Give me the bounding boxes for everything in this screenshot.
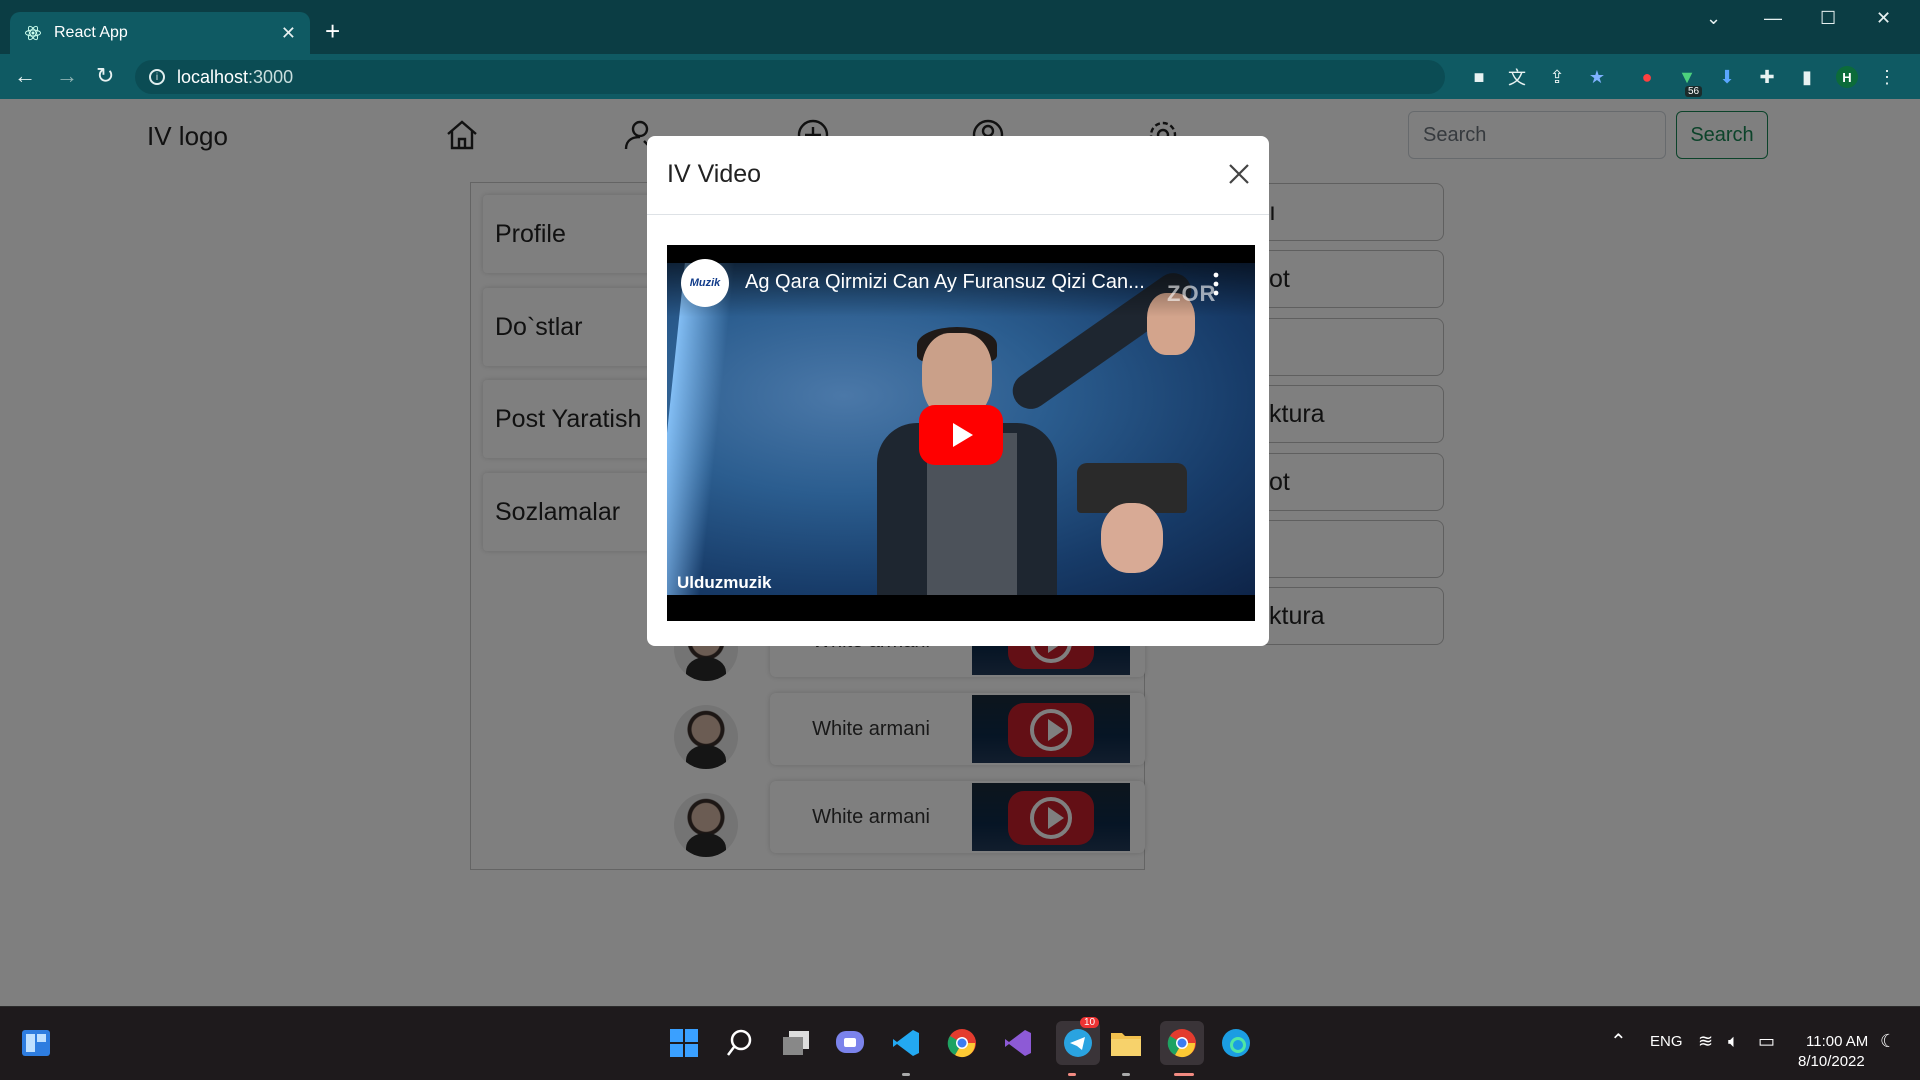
file-explorer-icon[interactable] [1110,1027,1142,1059]
extensions-puzzle-icon[interactable]: ✚ [1756,66,1778,88]
chrome-icon[interactable] [946,1027,978,1059]
video-modal: IV Video Muzik Ag Qara Qirmizi Can Ay Fu… [647,136,1269,646]
translate-icon[interactable]: 文 [1506,66,1528,88]
profile-avatar[interactable]: H [1836,66,1858,88]
tab-close-icon[interactable]: ✕ [281,23,296,44]
close-window-button[interactable]: ✕ [1876,8,1891,29]
browser-tabstrip: React App ✕ + ⌄ — ☐ ✕ [0,0,1920,54]
clock-date[interactable]: 8/10/2022 [1798,1053,1865,1070]
video-title[interactable]: Ag Qara Qirmizi Can Ay Furansuz Qizi Can… [745,271,1145,294]
browser-toolbar: ← → ↻ i localhost:3000 ■ 文 ⇪ ★ ● ▼ 56 ⬇ … [0,54,1920,99]
play-button[interactable] [919,405,1003,465]
visual-studio-icon[interactable] [1002,1027,1034,1059]
more-options-icon[interactable] [1211,271,1221,297]
language-indicator[interactable]: ENG [1650,1033,1683,1050]
youtube-embed[interactable]: Muzik Ag Qara Qirmizi Can Ay Furansuz Qi… [667,245,1255,621]
wifi-icon[interactable]: ≋ [1698,1031,1713,1052]
address-bar[interactable]: i localhost:3000 [135,60,1445,94]
channel-logo[interactable]: Muzik [681,259,729,307]
minimize-button[interactable]: — [1764,8,1782,29]
camera-icon[interactable]: ■ [1468,66,1490,88]
task-view-icon[interactable] [780,1027,812,1059]
focus-moon-icon[interactable]: ☾ [1880,1031,1896,1052]
url-host: localhost [177,66,249,87]
vscode-icon[interactable] [890,1027,922,1059]
telegram-badge: 10 [1080,1017,1100,1028]
react-icon [25,25,41,41]
battery-icon[interactable]: ▭ [1758,1031,1775,1052]
widgets-icon[interactable] [20,1027,52,1059]
menu-kebab-icon[interactable]: ⋮ [1876,66,1898,88]
back-button[interactable]: ← [14,64,36,88]
search-icon[interactable] [724,1027,756,1059]
tray-overflow-icon[interactable]: ⌃ [1610,1029,1627,1054]
extension-shield-icon[interactable]: ▼ [1676,66,1698,88]
windows-taskbar: 10 ⌃ ENG ≋ 🔈︎ ▭ 11:00 AM 8/10/2022 ☾ [0,1006,1920,1080]
side-panel-icon[interactable]: ▮ [1796,66,1818,88]
channel-name: Ulduzmuzik [677,573,772,592]
bookmark-star-icon[interactable]: ★ [1586,66,1608,88]
maximize-button[interactable]: ☐ [1820,8,1836,29]
forward-button[interactable]: → [56,64,78,88]
tab-title: React App [54,24,128,41]
reload-button[interactable]: ↻ [96,64,114,88]
adblock-extension-icon[interactable]: ● [1636,66,1658,88]
modal-divider [647,214,1269,215]
teams-chat-icon[interactable] [834,1027,866,1059]
url-port: :3000 [248,66,294,87]
extension-badge: 56 [1685,86,1703,97]
download-extension-icon[interactable]: ⬇ [1716,66,1738,88]
edge-icon[interactable] [1220,1027,1252,1059]
close-icon[interactable] [1225,160,1253,188]
new-tab-button[interactable]: + [325,18,340,44]
clock-time[interactable]: 11:00 AM [1806,1033,1868,1050]
site-info-icon[interactable]: i [149,69,165,85]
start-icon[interactable] [668,1027,700,1059]
tab-search-icon[interactable]: ⌄ [1706,8,1721,29]
share-icon[interactable]: ⇪ [1546,66,1568,88]
volume-icon[interactable]: 🔈︎ [1728,1031,1739,1052]
chrome-active-icon[interactable] [1160,1021,1204,1065]
modal-title: IV Video [667,160,762,188]
browser-tab[interactable]: React App ✕ [10,12,310,54]
video-watermark: ZOR [1167,281,1217,306]
